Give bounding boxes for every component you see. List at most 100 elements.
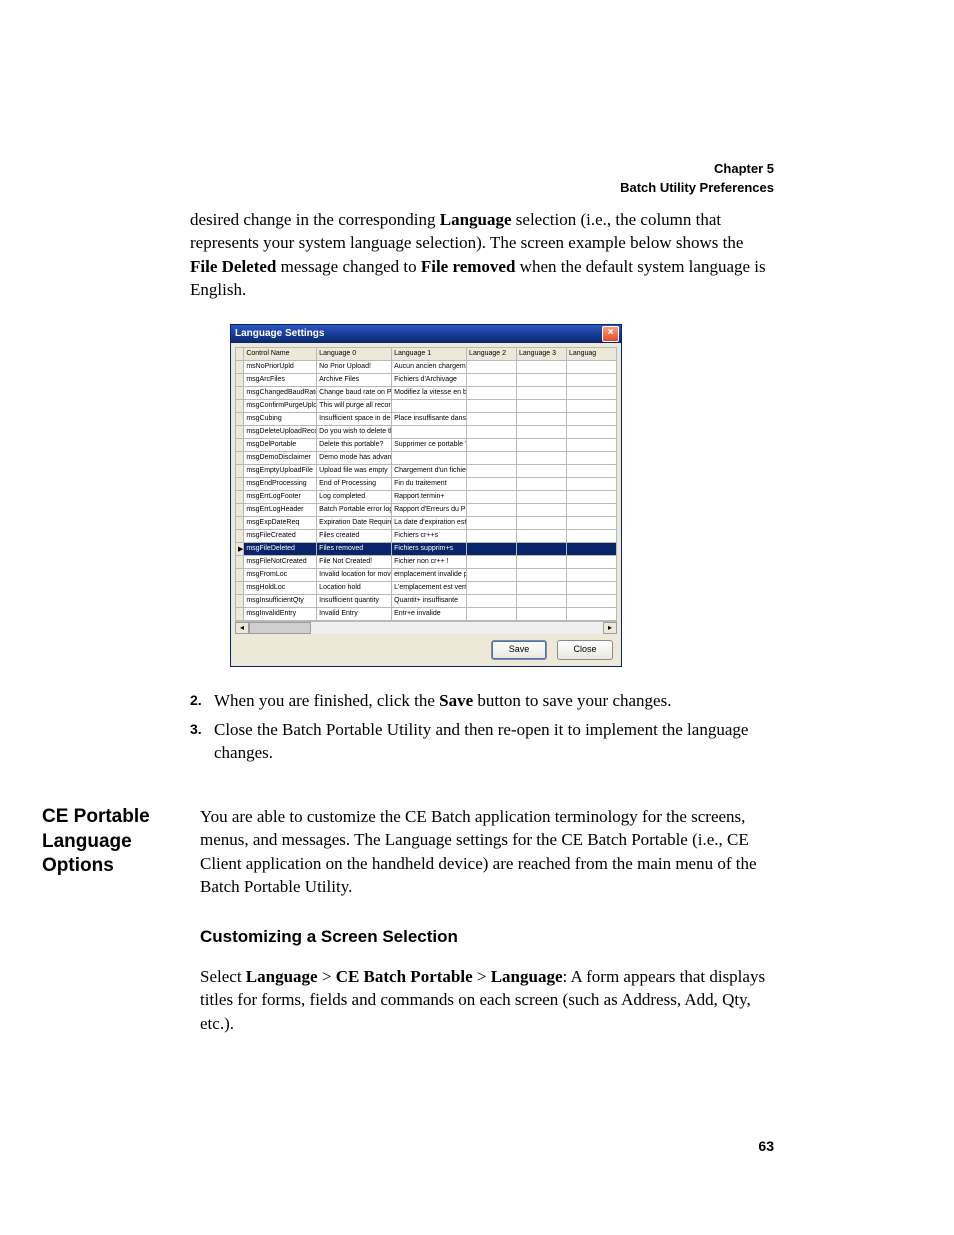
grid-cell[interactable] bbox=[467, 451, 517, 464]
grid-cell[interactable] bbox=[517, 464, 567, 477]
grid-cell[interactable] bbox=[467, 490, 517, 503]
grid-cell[interactable] bbox=[566, 360, 616, 373]
grid-header[interactable]: Language 1 bbox=[392, 347, 467, 360]
scroll-right-button[interactable]: ▸ bbox=[603, 622, 617, 634]
grid-cell[interactable]: Batch Portable error log bbox=[317, 503, 392, 516]
table-row[interactable]: msgErrLogHeaderBatch Portable error logR… bbox=[236, 503, 617, 516]
grid-cell[interactable] bbox=[517, 555, 567, 568]
grid-cell[interactable] bbox=[392, 451, 467, 464]
grid-cell[interactable] bbox=[566, 438, 616, 451]
grid-cell[interactable]: msNoPriorUpld bbox=[244, 360, 317, 373]
grid-cell[interactable]: Chargement d'un fichier bbox=[392, 464, 467, 477]
grid-cell[interactable] bbox=[467, 399, 517, 412]
grid-cell[interactable] bbox=[566, 503, 616, 516]
grid-cell[interactable]: Upload file was empty bbox=[317, 464, 392, 477]
grid-cell[interactable]: msgErrLogHeader bbox=[244, 503, 317, 516]
table-row[interactable]: msgDeleteUploadRecoDo you wish to delete… bbox=[236, 425, 617, 438]
grid-cell[interactable] bbox=[517, 360, 567, 373]
grid-cell[interactable] bbox=[517, 425, 567, 438]
grid-cell[interactable] bbox=[467, 581, 517, 594]
grid-cell[interactable] bbox=[517, 542, 567, 555]
grid-cell[interactable]: msgExpDateReq bbox=[244, 516, 317, 529]
grid-cell[interactable] bbox=[467, 412, 517, 425]
grid-cell[interactable] bbox=[467, 438, 517, 451]
grid-cell[interactable] bbox=[517, 594, 567, 607]
table-row[interactable]: msgEndProcessingEnd of ProcessingFin du … bbox=[236, 477, 617, 490]
grid-cell[interactable]: msgInsufficientQty bbox=[244, 594, 317, 607]
grid-cell[interactable] bbox=[566, 399, 616, 412]
grid-cell[interactable]: msgDemoDisclaimer bbox=[244, 451, 317, 464]
table-row[interactable]: msgEmptyUploadFileUpload file was emptyC… bbox=[236, 464, 617, 477]
grid-cell[interactable] bbox=[566, 490, 616, 503]
grid-cell[interactable]: Invalid Entry bbox=[317, 607, 392, 620]
grid-cell[interactable] bbox=[566, 529, 616, 542]
grid-cell[interactable]: Rapport termin+ bbox=[392, 490, 467, 503]
grid-cell[interactable]: msgInvalidEntry bbox=[244, 607, 317, 620]
grid-cell[interactable] bbox=[517, 568, 567, 581]
grid-cell[interactable]: msgFromLoc bbox=[244, 568, 317, 581]
grid-cell[interactable]: msgFileNotCreated bbox=[244, 555, 317, 568]
grid-cell[interactable] bbox=[392, 425, 467, 438]
table-row[interactable]: msgDemoDisclaimerDemo mode has advant bbox=[236, 451, 617, 464]
grid-cell[interactable] bbox=[566, 594, 616, 607]
grid-cell[interactable]: Change baud rate on P bbox=[317, 386, 392, 399]
grid-cell[interactable] bbox=[517, 529, 567, 542]
grid-header[interactable]: Language 0 bbox=[317, 347, 392, 360]
grid-cell[interactable]: Fichiers d'Archivage bbox=[392, 373, 467, 386]
grid-cell[interactable] bbox=[566, 412, 616, 425]
grid-cell[interactable] bbox=[517, 373, 567, 386]
grid-cell[interactable]: Rapport d'Erreurs du Po bbox=[392, 503, 467, 516]
grid-cell[interactable] bbox=[517, 490, 567, 503]
grid-cell[interactable]: Fichier non cr++ ! bbox=[392, 555, 467, 568]
grid-cell[interactable]: No Prior Upload! bbox=[317, 360, 392, 373]
grid-cell[interactable]: Expiration Date Require bbox=[317, 516, 392, 529]
grid-cell[interactable] bbox=[467, 425, 517, 438]
grid-cell[interactable] bbox=[467, 594, 517, 607]
grid-cell[interactable]: Fin du traitement bbox=[392, 477, 467, 490]
grid-cell[interactable] bbox=[566, 451, 616, 464]
table-row[interactable]: msgFileCreatedFiles createdFichiers cr++… bbox=[236, 529, 617, 542]
grid-cell[interactable]: Location hold bbox=[317, 581, 392, 594]
grid-cell[interactable] bbox=[517, 412, 567, 425]
grid-cell[interactable]: msgEndProcessing bbox=[244, 477, 317, 490]
grid-cell[interactable]: Place insuffisante dans bbox=[392, 412, 467, 425]
grid-cell[interactable]: Fichiers supprim+s bbox=[392, 542, 467, 555]
grid-cell[interactable]: msgEmptyUploadFile bbox=[244, 464, 317, 477]
grid-cell[interactable] bbox=[467, 568, 517, 581]
grid-cell[interactable] bbox=[467, 542, 517, 555]
grid-cell[interactable]: msgChangedBaudRate bbox=[244, 386, 317, 399]
grid-cell[interactable]: La date d'expiration est bbox=[392, 516, 467, 529]
grid-header[interactable]: Languag bbox=[566, 347, 616, 360]
grid-cell[interactable]: msgCubing bbox=[244, 412, 317, 425]
grid-cell[interactable] bbox=[467, 503, 517, 516]
table-row[interactable]: msgCubingInsufficient space in dePlace i… bbox=[236, 412, 617, 425]
grid-cell[interactable] bbox=[517, 516, 567, 529]
grid-cell[interactable] bbox=[517, 438, 567, 451]
scroll-left-button[interactable]: ◂ bbox=[235, 622, 249, 634]
grid-cell[interactable] bbox=[566, 555, 616, 568]
grid-cell[interactable]: msgArcFiles bbox=[244, 373, 317, 386]
horizontal-scrollbar[interactable]: ◂ ▸ bbox=[235, 621, 617, 634]
grid-cell[interactable] bbox=[566, 607, 616, 620]
grid-cell[interactable] bbox=[467, 360, 517, 373]
grid-cell[interactable] bbox=[467, 477, 517, 490]
grid-cell[interactable]: Files created bbox=[317, 529, 392, 542]
language-grid[interactable]: Control NameLanguage 0Language 1Language… bbox=[235, 347, 617, 621]
window-close-button[interactable]: × bbox=[602, 326, 619, 342]
grid-cell[interactable]: msgDelPortable bbox=[244, 438, 317, 451]
grid-cell[interactable]: msgHoldLoc bbox=[244, 581, 317, 594]
scroll-thumb[interactable] bbox=[249, 622, 311, 634]
grid-cell[interactable]: Aucun ancien chargem bbox=[392, 360, 467, 373]
grid-cell[interactable]: msgFileDeleted bbox=[244, 542, 317, 555]
grid-cell[interactable]: Log completed bbox=[317, 490, 392, 503]
grid-cell[interactable]: End of Processing bbox=[317, 477, 392, 490]
grid-cell[interactable] bbox=[467, 386, 517, 399]
grid-cell[interactable]: Do you wish to delete th bbox=[317, 425, 392, 438]
grid-cell[interactable]: Entr+e invalide bbox=[392, 607, 467, 620]
table-row[interactable]: msgErrLogFooterLog completedRapport term… bbox=[236, 490, 617, 503]
grid-cell[interactable] bbox=[566, 568, 616, 581]
grid-cell[interactable]: Insufficient quantity bbox=[317, 594, 392, 607]
table-row[interactable]: msNoPriorUpldNo Prior Upload!Aucun ancie… bbox=[236, 360, 617, 373]
table-row[interactable]: ▶msgFileDeletedFiles removedFichiers sup… bbox=[236, 542, 617, 555]
grid-cell[interactable]: L'emplacement est verr bbox=[392, 581, 467, 594]
